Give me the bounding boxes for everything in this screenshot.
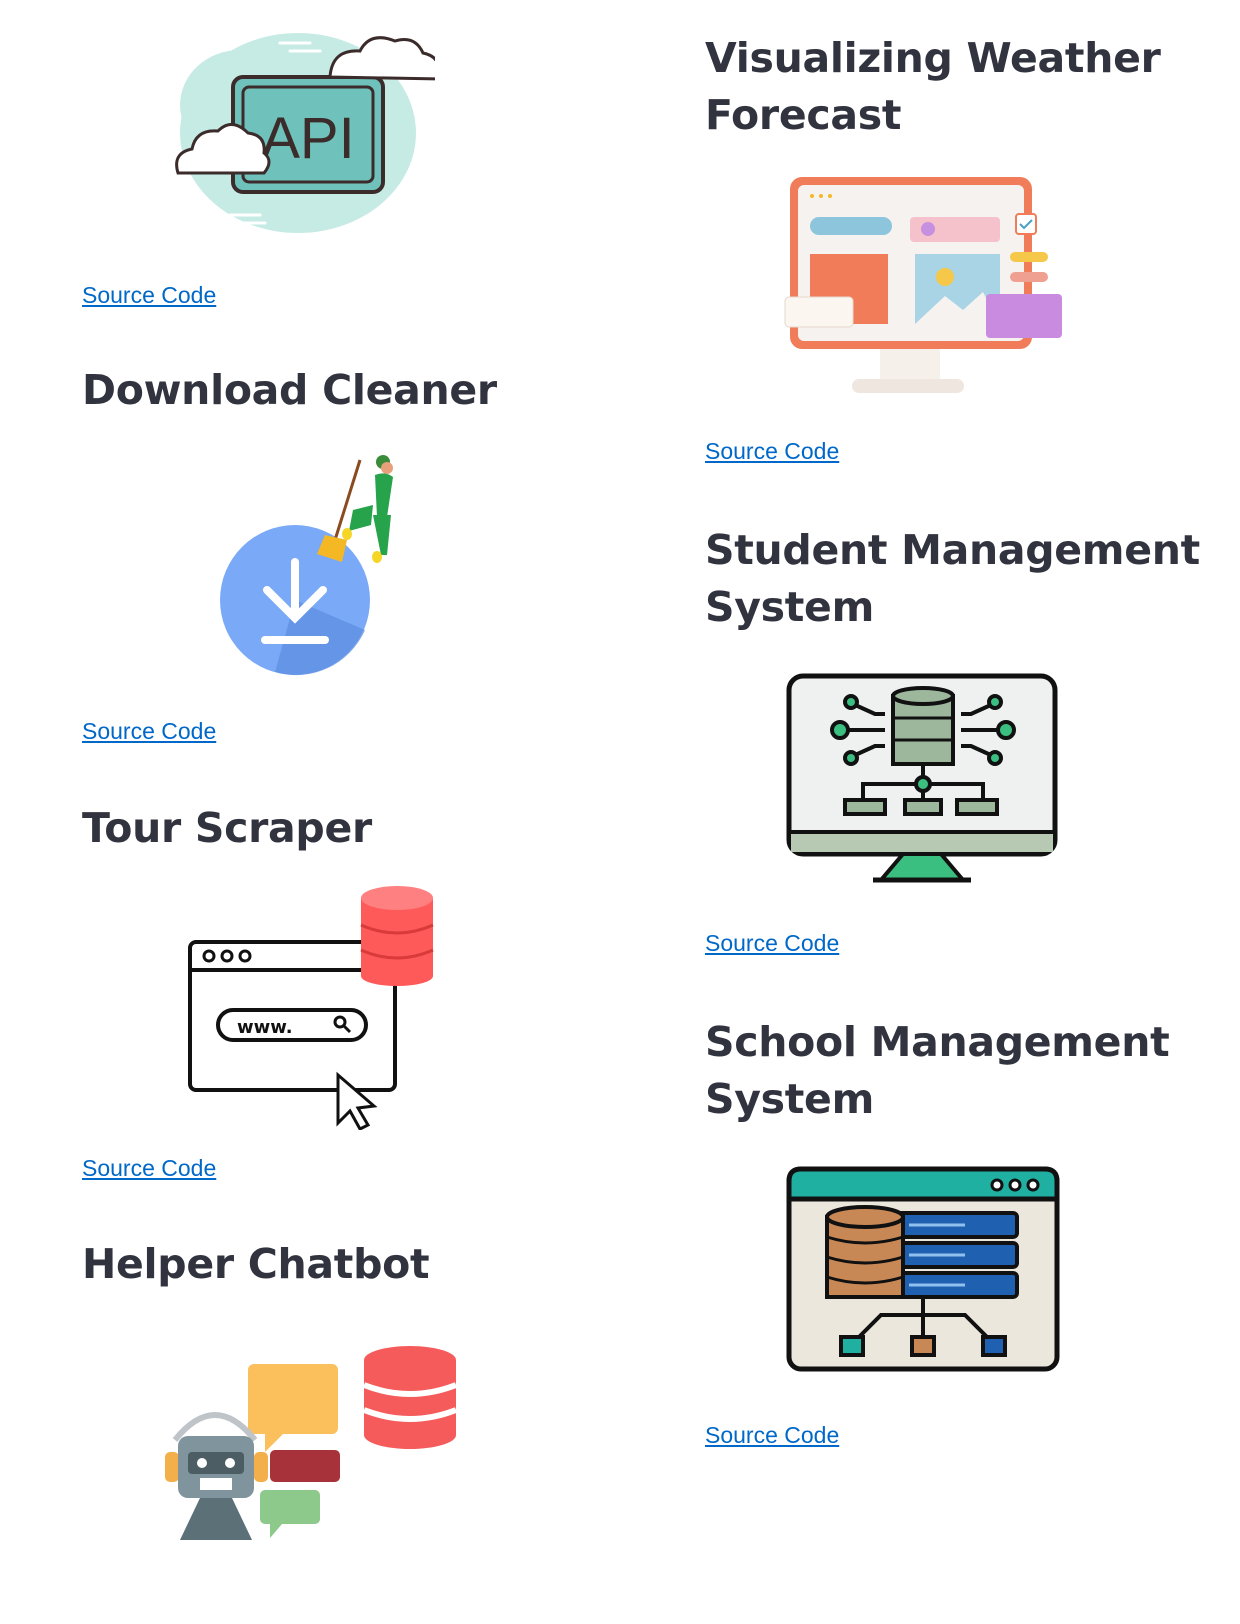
helper-chatbot-title: Helper Chatbot xyxy=(82,1240,430,1288)
weather-dashboard-illustration xyxy=(784,177,1062,393)
student-title-line2: System xyxy=(705,583,874,631)
weather-title-line2: Forecast xyxy=(705,91,902,139)
student-management-source-code-link[interactable]: Source Code xyxy=(705,930,839,957)
student-title-line1: Student Management xyxy=(705,526,1200,574)
student-management-title: Student Management System xyxy=(705,522,1200,636)
helper-chatbot-illustration xyxy=(165,1346,458,1540)
api-illustration: API xyxy=(175,33,435,233)
api-label: API xyxy=(261,106,355,171)
weather-title-line1: Visualizing Weather xyxy=(705,34,1161,82)
school-management-source-code-link[interactable]: Source Code xyxy=(705,1422,839,1449)
api-source-code-link[interactable]: Source Code xyxy=(82,282,216,309)
weather-source-code-link[interactable]: Source Code xyxy=(705,438,839,465)
school-title-line2: System xyxy=(705,1075,874,1123)
url-text: www. xyxy=(237,1017,293,1038)
download-cleaner-title: Download Cleaner xyxy=(82,366,497,414)
school-title-line1: School Management xyxy=(705,1018,1170,1066)
school-management-title: School Management System xyxy=(705,1014,1170,1128)
school-management-illustration xyxy=(786,1166,1060,1372)
student-management-illustration xyxy=(786,673,1058,883)
download-cleaner-source-code-link[interactable]: Source Code xyxy=(82,718,216,745)
weather-title: Visualizing Weather Forecast xyxy=(705,30,1161,144)
tour-scraper-source-code-link[interactable]: Source Code xyxy=(82,1155,216,1182)
tour-scraper-illustration: www. xyxy=(188,886,434,1130)
tour-scraper-title: Tour Scraper xyxy=(82,804,372,852)
download-cleaner-illustration xyxy=(220,455,393,676)
